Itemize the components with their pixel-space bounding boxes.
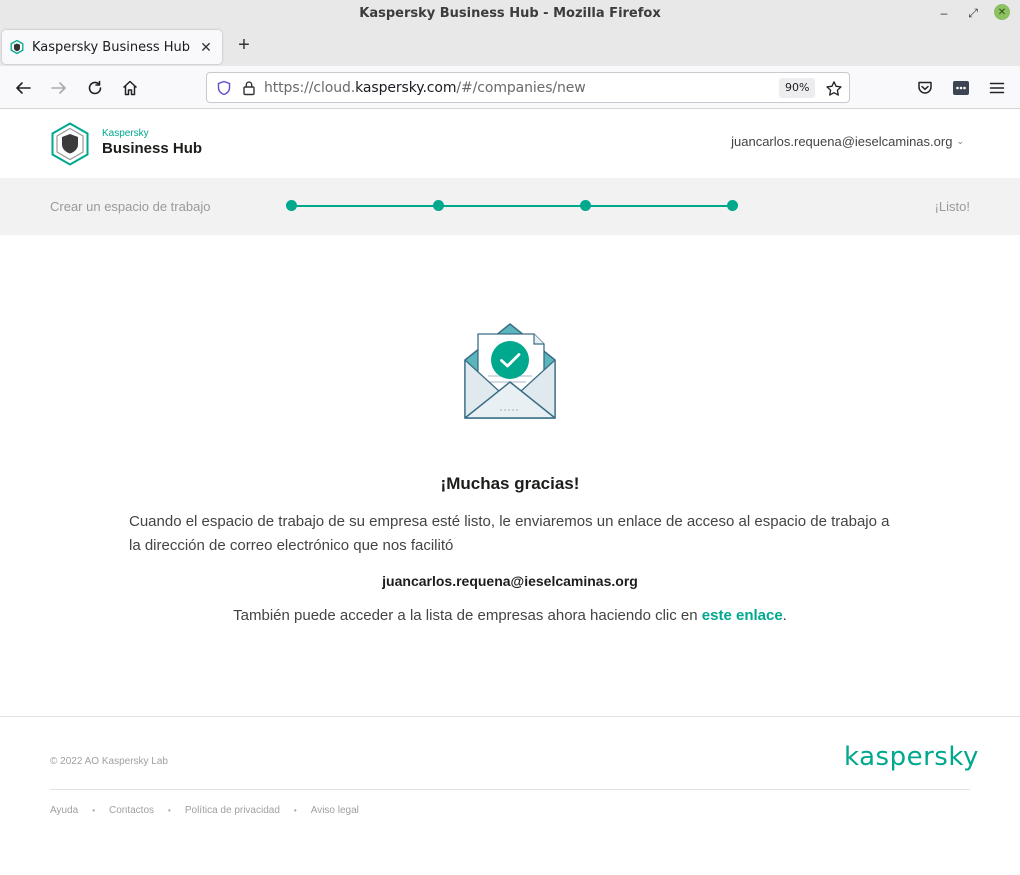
minimize-button[interactable]: – <box>935 4 953 22</box>
progress-steps <box>286 200 738 212</box>
reload-icon[interactable] <box>83 76 107 100</box>
footer-divider <box>0 716 1020 717</box>
lock-icon[interactable] <box>242 80 256 96</box>
confirmation-description: Cuando el espacio de trabajo de su empre… <box>129 513 890 554</box>
footer-link-privacy[interactable]: Política de privacidad <box>185 805 280 816</box>
kaspersky-logo-icon[interactable] <box>50 122 90 166</box>
page-header: Kaspersky Business Hub juancarlos.requen… <box>0 110 1020 178</box>
navigation-bar: https://cloud.kaspersky.com/#/companies/… <box>0 66 1020 109</box>
tab-label: Kaspersky Business Hub <box>32 39 191 55</box>
window-titlebar: Kaspersky Business Hub - Mozilla Firefox… <box>0 0 1020 26</box>
brand-small-text: Kaspersky <box>102 128 149 139</box>
progress-line <box>291 205 733 207</box>
close-window-button[interactable]: ✕ <box>994 4 1010 20</box>
home-icon[interactable] <box>118 76 142 100</box>
menu-icon[interactable] <box>985 76 1009 100</box>
brand-title: Business Hub <box>102 140 203 157</box>
maximize-button[interactable]: ⤢ <box>964 4 982 22</box>
footer-links: Ayuda • Contactos • Política de privacid… <box>50 805 359 816</box>
progress-start-label: Crear un espacio de trabajo <box>50 199 211 214</box>
chevron-down-icon: ⌄ <box>956 136 964 146</box>
pocket-icon[interactable] <box>913 76 937 100</box>
footer-copyright: © 2022 AO Kaspersky Lab <box>50 756 168 767</box>
account-email: juancarlos.requena@ieselcaminas.org <box>731 134 953 149</box>
tab-strip: Kaspersky Business Hub ✕ + <box>0 26 1020 66</box>
bookmark-star-icon[interactable] <box>825 80 843 98</box>
shield-icon[interactable] <box>216 80 232 96</box>
extension-icon[interactable] <box>949 76 973 100</box>
thanks-heading: ¡Muchas gracias! <box>440 474 580 493</box>
access-text-body: También puede acceder a la lista de empr… <box>233 607 702 624</box>
progress-step-3 <box>580 200 591 211</box>
url-text: https://cloud.kaspersky.com/#/companies/… <box>264 79 586 96</box>
tab-kaspersky[interactable]: Kaspersky Business Hub ✕ <box>2 30 222 64</box>
envelope-check-icon <box>464 323 556 419</box>
progress-band: Crear un espacio de trabajo ¡Listo! <box>0 178 1020 235</box>
confirmation-email: juancarlos.requena@ieselcaminas.org <box>382 573 638 589</box>
access-text: También puede acceder a la lista de empr… <box>0 607 1020 624</box>
progress-step-2 <box>433 200 444 211</box>
account-menu[interactable]: juancarlos.requena@ieselcaminas.org ⌄ <box>731 134 964 149</box>
forward-icon[interactable] <box>47 76 71 100</box>
access-text-end: . <box>782 607 787 624</box>
kaspersky-favicon-icon <box>10 40 24 54</box>
progress-end-label: ¡Listo! <box>934 199 970 214</box>
footer-inner-divider <box>50 789 970 790</box>
back-icon[interactable] <box>11 76 35 100</box>
new-tab-button[interactable]: + <box>232 34 256 58</box>
footer-link-contacts[interactable]: Contactos <box>109 805 154 816</box>
footer-separator: • <box>92 806 95 815</box>
companies-list-link[interactable]: este enlace <box>702 607 783 624</box>
progress-step-1 <box>286 200 297 211</box>
footer-brand-logo[interactable]: kaspersky <box>844 742 979 772</box>
window-title: Kaspersky Business Hub - Mozilla Firefox <box>359 5 661 21</box>
footer-link-legal[interactable]: Aviso legal <box>311 805 359 816</box>
footer-separator: • <box>293 806 297 815</box>
close-tab-icon[interactable]: ✕ <box>196 39 216 56</box>
footer-link-help[interactable]: Ayuda <box>50 805 78 816</box>
url-bar[interactable]: https://cloud.kaspersky.com/#/companies/… <box>206 72 850 103</box>
footer-separator: • <box>168 806 171 815</box>
zoom-level-badge[interactable]: 90% <box>779 78 816 98</box>
progress-step-4 <box>727 200 738 211</box>
